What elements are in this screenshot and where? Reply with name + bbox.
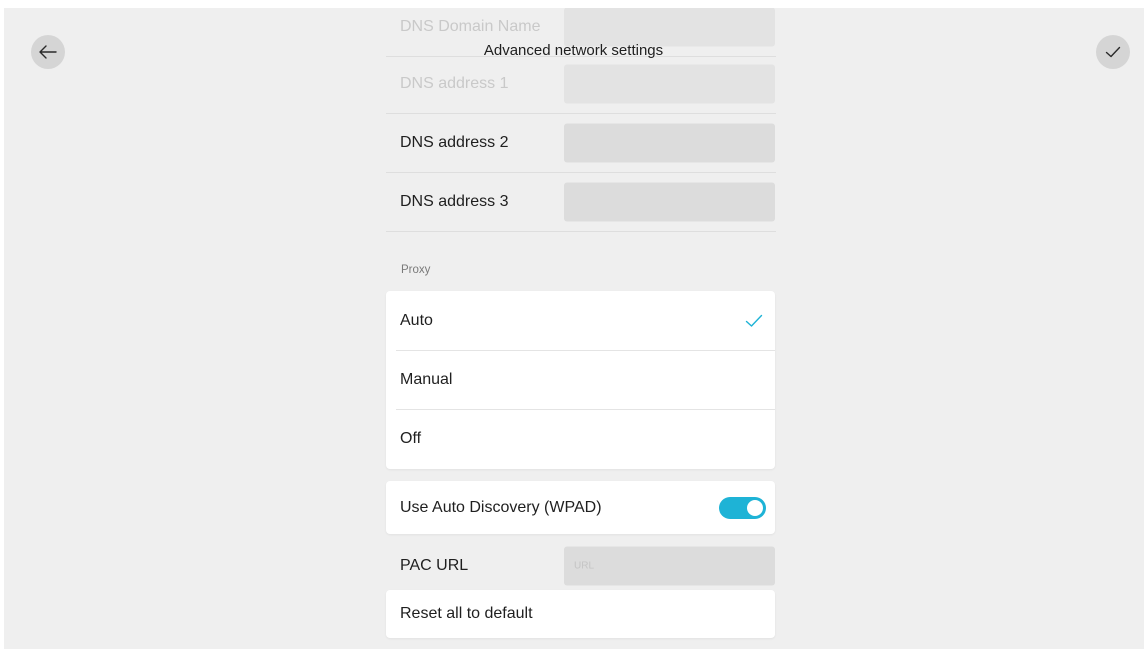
dns-address-1-label: DNS address 1 bbox=[400, 75, 509, 92]
back-button[interactable] bbox=[31, 35, 65, 69]
dns-address-3-row: DNS address 3 bbox=[386, 173, 776, 232]
dns-domain-name-label: DNS Domain Name bbox=[400, 18, 541, 35]
page-title: Advanced network settings bbox=[483, 42, 664, 59]
proxy-option-auto[interactable]: Auto bbox=[386, 291, 775, 350]
dns-address-3-label: DNS address 3 bbox=[400, 193, 509, 210]
pac-url-input[interactable] bbox=[564, 546, 775, 585]
checkmark-icon bbox=[1105, 46, 1121, 58]
checkmark-icon bbox=[745, 314, 763, 327]
proxy-option-label: Manual bbox=[400, 370, 453, 388]
wpad-label: Use Auto Discovery (WPAD) bbox=[400, 498, 602, 516]
confirm-button[interactable] bbox=[1096, 35, 1130, 69]
pac-url-row: PAC URL bbox=[386, 543, 776, 588]
dns-domain-name-input[interactable] bbox=[564, 8, 775, 47]
wpad-card: Use Auto Discovery (WPAD) bbox=[386, 481, 775, 534]
settings-screen: DNS Domain Name DNS address 1 DNS addres… bbox=[4, 8, 1144, 649]
proxy-section-label: Proxy bbox=[401, 264, 431, 276]
proxy-option-label: Off bbox=[400, 429, 422, 447]
dns-address-2-input[interactable] bbox=[564, 123, 775, 163]
dns-address-1-input[interactable] bbox=[564, 64, 775, 104]
reset-all-label: Reset all to default bbox=[400, 605, 533, 622]
dns-address-2-row: DNS address 2 bbox=[386, 114, 776, 173]
proxy-option-label: Auto bbox=[400, 311, 433, 329]
proxy-options-card: Auto Manual Off bbox=[386, 291, 775, 469]
proxy-option-off[interactable]: Off bbox=[386, 409, 775, 468]
wpad-toggle[interactable] bbox=[719, 496, 766, 519]
reset-all-button[interactable]: Reset all to default bbox=[386, 590, 775, 638]
dns-address-1-row: DNS address 1 bbox=[386, 55, 776, 114]
settings-scroll-area[interactable]: DNS Domain Name DNS address 1 DNS addres… bbox=[4, 8, 1144, 649]
pac-url-label: PAC URL bbox=[400, 556, 469, 574]
dns-address-3-input[interactable] bbox=[564, 182, 775, 222]
dns-address-2-label: DNS address 2 bbox=[400, 134, 509, 151]
toggle-knob bbox=[747, 499, 763, 516]
proxy-option-manual[interactable]: Manual bbox=[386, 350, 775, 409]
arrow-left-icon bbox=[39, 45, 57, 59]
